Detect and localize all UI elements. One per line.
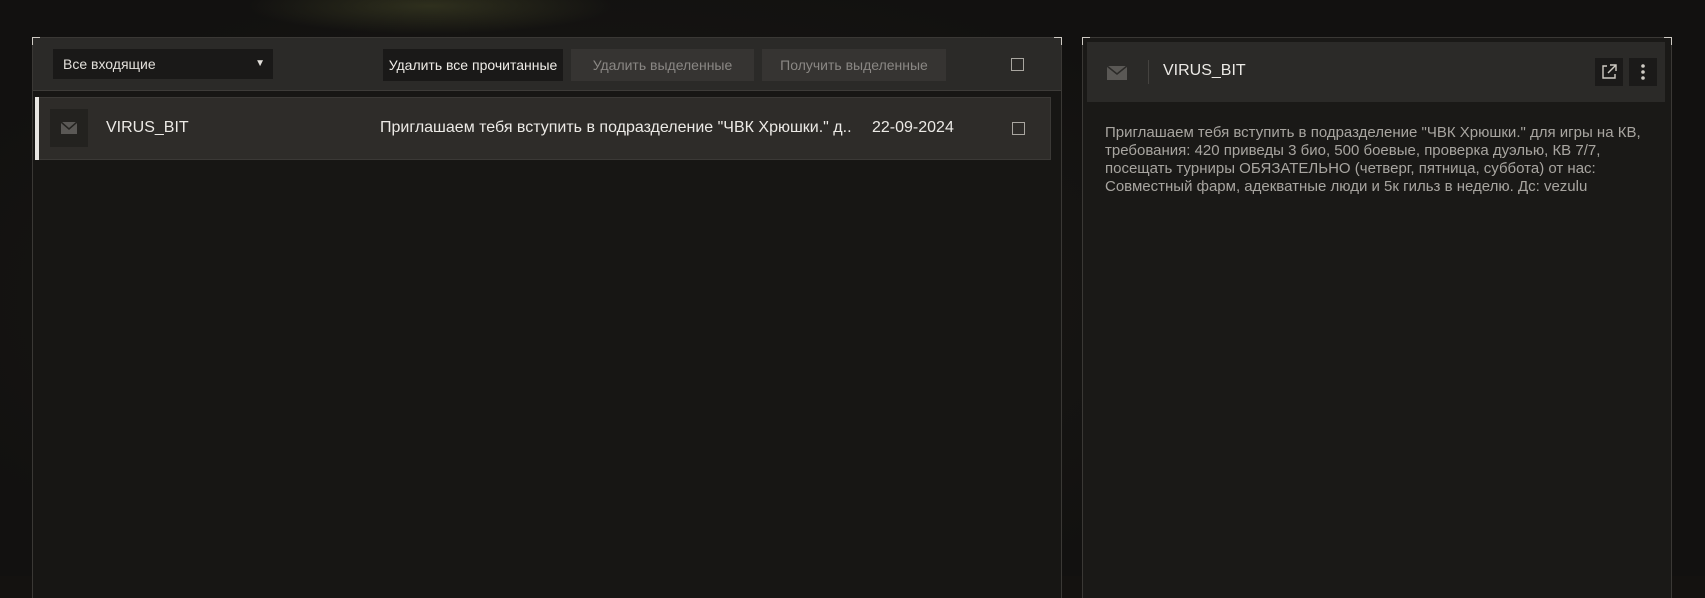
delete-selected-button[interactable]: Удалить выделенные bbox=[571, 49, 754, 81]
inbox-filter-select[interactable]: Все входящие ▼ bbox=[53, 49, 273, 79]
message-sender: VIRUS_BIT bbox=[106, 119, 189, 136]
message-row[interactable]: VIRUS_BIT Приглашаем тебя вступить в под… bbox=[35, 97, 1051, 160]
more-vertical-icon bbox=[1641, 64, 1645, 80]
selected-indicator bbox=[35, 97, 39, 160]
message-date: 22-09-2024 bbox=[872, 119, 954, 136]
message-subject: Приглашаем тебя вступить в подразделение… bbox=[380, 119, 852, 136]
open-external-button[interactable] bbox=[1595, 58, 1623, 86]
inbox-toolbar: Все входящие ▼ Удалить все прочитанные У… bbox=[33, 38, 1061, 91]
more-options-button[interactable] bbox=[1629, 58, 1657, 86]
detail-sender: VIRUS_BIT bbox=[1163, 62, 1246, 79]
message-detail-header: VIRUS_BIT bbox=[1087, 42, 1665, 102]
get-selected-button[interactable]: Получить выделенные bbox=[762, 49, 946, 81]
external-link-icon bbox=[1602, 64, 1617, 79]
select-all-checkbox[interactable] bbox=[1011, 58, 1024, 71]
sender-avatar bbox=[50, 109, 88, 147]
envelope-icon bbox=[60, 121, 78, 134]
inbox-filter-value: Все входящие bbox=[63, 56, 156, 72]
header-divider bbox=[1148, 60, 1149, 84]
envelope-icon bbox=[1106, 65, 1128, 80]
delete-all-read-button[interactable]: Удалить все прочитанные bbox=[383, 49, 563, 81]
caret-down-icon: ▼ bbox=[255, 58, 265, 69]
message-body: Приглашаем тебя вступить в подразделение… bbox=[1105, 124, 1641, 195]
message-detail-panel: VIRUS_BIT Приглашаем тебя вступить в под… bbox=[1082, 37, 1672, 598]
corner-decoration bbox=[1664, 37, 1672, 45]
inbox-panel: Все входящие ▼ Удалить все прочитанные У… bbox=[32, 37, 1062, 598]
message-checkbox[interactable] bbox=[1012, 122, 1025, 135]
